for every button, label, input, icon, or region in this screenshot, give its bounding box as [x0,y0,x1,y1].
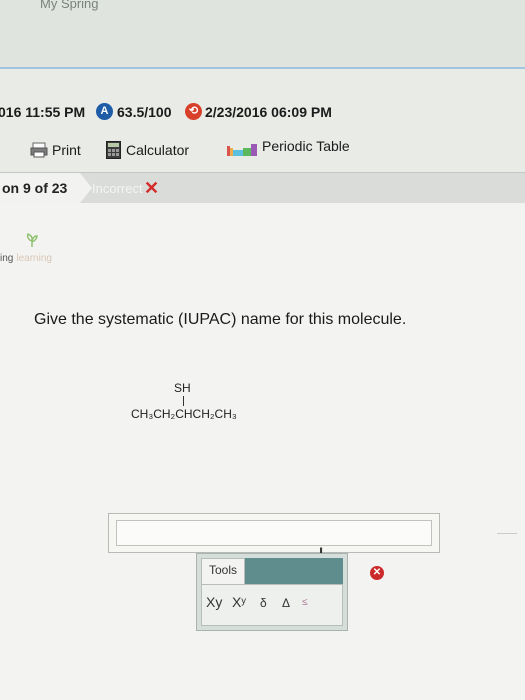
close-tools-icon[interactable]: ✕ [370,566,384,580]
question-prompt: Give the systematic (IUPAC) name for thi… [34,311,407,328]
superscript-button[interactable]: Xʸ [232,594,246,610]
score-icon: A [96,103,113,120]
tools-buttons: Xy Xʸ δ Δ ≤ [201,584,343,626]
score-value: 63.5/100 [117,104,172,120]
calculator-icon [106,141,121,159]
molecule-chain: CH₃CH₂CHCH₂CH₃ [131,407,237,421]
answer-box [108,513,440,553]
question-nav-bar: on 9 of 23 Incorrect ✕ [0,172,525,204]
molecule-bond [183,396,184,406]
brand-text-2: learning [16,253,52,264]
toolbar: Print Calculator Periodic Table [0,134,525,166]
incorrect-label: Incorrect [92,181,143,196]
delta-upper-button[interactable]: Δ [282,596,290,610]
due-time: 016 11:55 PM [0,104,86,120]
brand-logo: ing learning [0,253,52,264]
submitted-time: 2/23/2016 06:09 PM [205,104,332,120]
calculator-label: Calculator [126,142,190,158]
less-equal-button[interactable]: ≤ [302,597,308,608]
divider-line [0,67,525,69]
tools-tab[interactable]: Tools [201,558,245,584]
print-label: Print [52,142,81,158]
printer-icon [30,142,48,158]
periodic-table-icon [227,144,257,156]
question-number[interactable]: on 9 of 23 [0,173,80,203]
tools-panel: Tools ✕ Xy Xʸ δ Δ ≤ [196,553,384,631]
answer-input[interactable] [116,520,432,546]
header-fragment: My Spring [40,0,99,11]
question-content: ing learning Give the systematic (IUPAC) … [0,203,525,700]
leaf-logo-icon [26,233,38,247]
tools-header: ✕ [245,558,384,584]
incorrect-x-icon: ✕ [144,178,160,198]
edge-dash [497,533,517,534]
periodic-table-label: Periodic Table [262,138,350,154]
assignment-status-row: 016 11:55 PM A 63.5/100 ⟲ 2/23/2016 06:0… [0,100,525,124]
delta-lower-button[interactable]: δ [260,596,267,610]
question-number-arrow [80,173,92,203]
subscript-button[interactable]: Xy [206,594,222,610]
clock-arrow-icon[interactable]: ⟲ [185,103,202,120]
molecule-sh-group: SH [174,381,191,395]
browser-top-strip: My Spring [0,0,525,69]
brand-text-1: ing [0,253,14,264]
